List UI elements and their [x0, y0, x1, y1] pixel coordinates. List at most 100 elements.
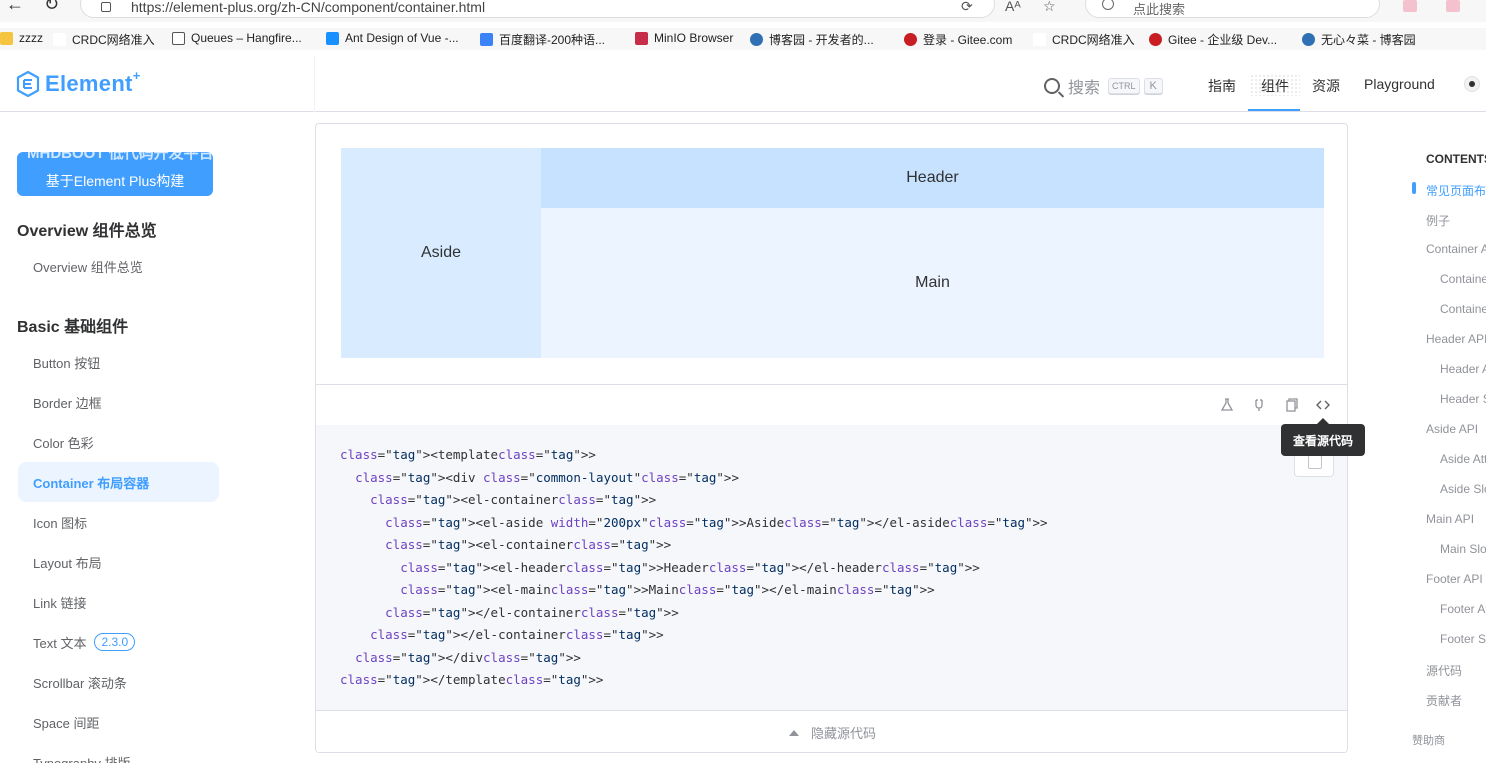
toc-item[interactable]: Container API: [1426, 242, 1486, 256]
browser-toolbar: ← ↻ https://element-plus.org/zh-CN/compo…: [0, 0, 1486, 22]
toc-item[interactable]: Header Attributes: [1440, 362, 1486, 376]
code-line: class="tag"><el-containerclass="tag">>: [385, 537, 672, 552]
toc-item[interactable]: 源代码: [1426, 662, 1462, 679]
toc-item[interactable]: 例子: [1426, 212, 1450, 229]
code-line: class="tag"><templateclass="tag">>: [340, 447, 596, 462]
element-plus-logo[interactable]: Element +: [16, 67, 141, 98]
github-icon[interactable]: [1252, 398, 1266, 412]
bookmark-item[interactable]: MinIO Browser: [635, 31, 733, 45]
bookmark-item[interactable]: 无心々菜 - 博客园: [1302, 31, 1416, 48]
antdv-icon: [326, 31, 339, 45]
code-line: class="tag"></el-containerclass="tag">>: [370, 627, 664, 642]
kbd-ctrl: CTRL: [1108, 78, 1140, 94]
header-divider: [314, 56, 315, 112]
toc-item[interactable]: Footer Slots: [1440, 632, 1486, 646]
toc-item[interactable]: Main Slots: [1440, 542, 1486, 556]
sidebar-item-scrollbar[interactable]: Scrollbar 滚动条: [18, 662, 219, 702]
bookmark-item[interactable]: CRDC网络准入: [1033, 31, 1135, 48]
code-line: class="tag"><el-headerclass="tag">>Heade…: [400, 559, 980, 575]
sidebar-item-icon[interactable]: Icon 图标: [18, 502, 219, 542]
toc-item[interactable]: Container Attributes: [1440, 272, 1486, 286]
copy-icon[interactable]: [1284, 398, 1298, 412]
sidebar-item-border[interactable]: Border 边框: [18, 382, 219, 422]
sidebar-item-space[interactable]: Space 间距: [18, 702, 219, 742]
bookmark-item[interactable]: zzzz: [0, 31, 43, 45]
sidebar-item-color[interactable]: Color 色彩: [18, 422, 219, 462]
toc-item[interactable]: Container Slots: [1440, 302, 1486, 316]
hide-source-button[interactable]: 隐藏源代码: [316, 710, 1347, 752]
bookmark-item[interactable]: 百度翻译-200种语...: [480, 31, 605, 48]
table-of-contents: CONTENTS 常见页面布局 例子 Container API Contain…: [1400, 112, 1486, 763]
sidebar-item-container[interactable]: Container 布局容器: [18, 462, 219, 502]
sidebar-item-layout[interactable]: Layout 布局: [18, 542, 219, 582]
toc-item[interactable]: Main API: [1426, 512, 1474, 526]
promo-subtitle: 基于Element Plus构建: [45, 173, 185, 189]
gitee-icon: [904, 33, 917, 46]
demo-right-column: Header Main: [541, 148, 1324, 358]
demo-header: Header: [541, 148, 1324, 208]
bookmark-item[interactable]: Queues – Hangfire...: [172, 31, 302, 45]
code-line: class="tag"></templateclass="tag">>: [340, 672, 604, 687]
minio-icon: [635, 31, 648, 45]
version-badge: 2.3.0: [94, 633, 136, 651]
search-icon: [1044, 78, 1060, 94]
site-info-icon[interactable]: [101, 2, 111, 12]
bookmarks-bar: zzzz CRDC网络准入 Queues – Hangfire... Ant D…: [0, 28, 1486, 50]
toc-item[interactable]: Aside API: [1426, 422, 1478, 436]
url-text: https://element-plus.org/zh-CN/component…: [131, 0, 486, 15]
theme-toggle-icon[interactable]: [1464, 76, 1480, 92]
toc-item[interactable]: 贡献者: [1426, 692, 1462, 709]
toc-item[interactable]: Footer API: [1426, 572, 1483, 586]
hide-source-label: 隐藏源代码: [810, 726, 876, 741]
demo-aside: Aside: [341, 148, 541, 358]
code-line: class="tag"><el-aside width="200px"class…: [385, 514, 1048, 530]
sidebar-item-typography[interactable]: Typography 排版: [18, 742, 219, 763]
code-line: class="tag"><el-mainclass="tag">>Maincla…: [400, 582, 935, 597]
bookmark-item[interactable]: Gitee - 企业级 Dev...: [1149, 31, 1277, 48]
sidebar-group-basic: Basic 基础组件: [17, 319, 129, 336]
nav-playground[interactable]: Playground: [1364, 76, 1435, 92]
bookmark-item[interactable]: 登录 - Gitee.com: [904, 31, 1012, 48]
toc-item[interactable]: 常见页面布局: [1426, 182, 1486, 199]
toc-active-marker: [1412, 182, 1416, 194]
nav-resources[interactable]: 资源: [1312, 76, 1340, 96]
playground-flask-icon[interactable]: [1220, 398, 1234, 412]
sidebar-item-text[interactable]: Text 文本 2.3.0: [18, 622, 219, 662]
sidebar-item-link[interactable]: Link 链接: [18, 582, 219, 622]
element-logo-icon: [16, 71, 40, 97]
page-icon: [53, 33, 66, 46]
refresh-page-icon[interactable]: ⟳: [961, 0, 973, 15]
favorite-star-icon[interactable]: ☆: [1043, 0, 1056, 15]
view-source-icon[interactable]: [1316, 398, 1330, 412]
nav-guide[interactable]: 指南: [1208, 76, 1236, 96]
download-icon[interactable]: [1446, 0, 1460, 12]
caret-up-icon: [788, 729, 799, 736]
browser-search-placeholder: 点此搜索: [1133, 2, 1186, 17]
bookmark-item[interactable]: Ant Design of Vue -...: [326, 31, 459, 45]
toc-sponsor-heading: 赞助商: [1412, 735, 1445, 747]
read-aloud-icon[interactable]: Aᴬ: [1005, 0, 1021, 14]
extension-icon[interactable]: [1403, 0, 1417, 12]
toc-item[interactable]: Header Slots: [1440, 392, 1486, 406]
toc-item[interactable]: Aside Attributes: [1440, 452, 1486, 466]
code-line: class="tag"><div class="common-layout"cl…: [355, 469, 739, 485]
bookmark-item[interactable]: CRDC网络准入: [53, 31, 155, 48]
logo-plus: +: [132, 67, 141, 83]
toc-item[interactable]: Footer Attributes: [1440, 602, 1486, 616]
reload-icon[interactable]: ↻: [44, 0, 59, 15]
promo-banner[interactable]: MHDBOOT 低代码开发平台 基于Element Plus构建: [17, 152, 213, 196]
view-source-tooltip: 查看源代码: [1281, 418, 1365, 456]
browser-search-box[interactable]: 点此搜索: [1085, 0, 1380, 18]
page-icon: [172, 31, 185, 45]
toc-item[interactable]: Aside Slots: [1440, 482, 1486, 496]
sidebar-item-button[interactable]: Button 按钮: [18, 342, 219, 382]
page-icon: [1033, 33, 1046, 46]
doc-search-button[interactable]: 搜索 CTRL K: [1044, 74, 1167, 98]
back-icon[interactable]: ←: [6, 0, 24, 15]
sidebar-item-overview[interactable]: Overview 组件总览: [18, 246, 219, 286]
nav-components[interactable]: 组件: [1261, 76, 1289, 96]
code-line: class="tag"></el-containerclass="tag">>: [385, 604, 679, 620]
bookmark-item[interactable]: 博客园 - 开发者的...: [750, 31, 874, 48]
address-bar[interactable]: https://element-plus.org/zh-CN/component…: [80, 0, 1056, 18]
toc-item[interactable]: Header API: [1426, 332, 1486, 346]
